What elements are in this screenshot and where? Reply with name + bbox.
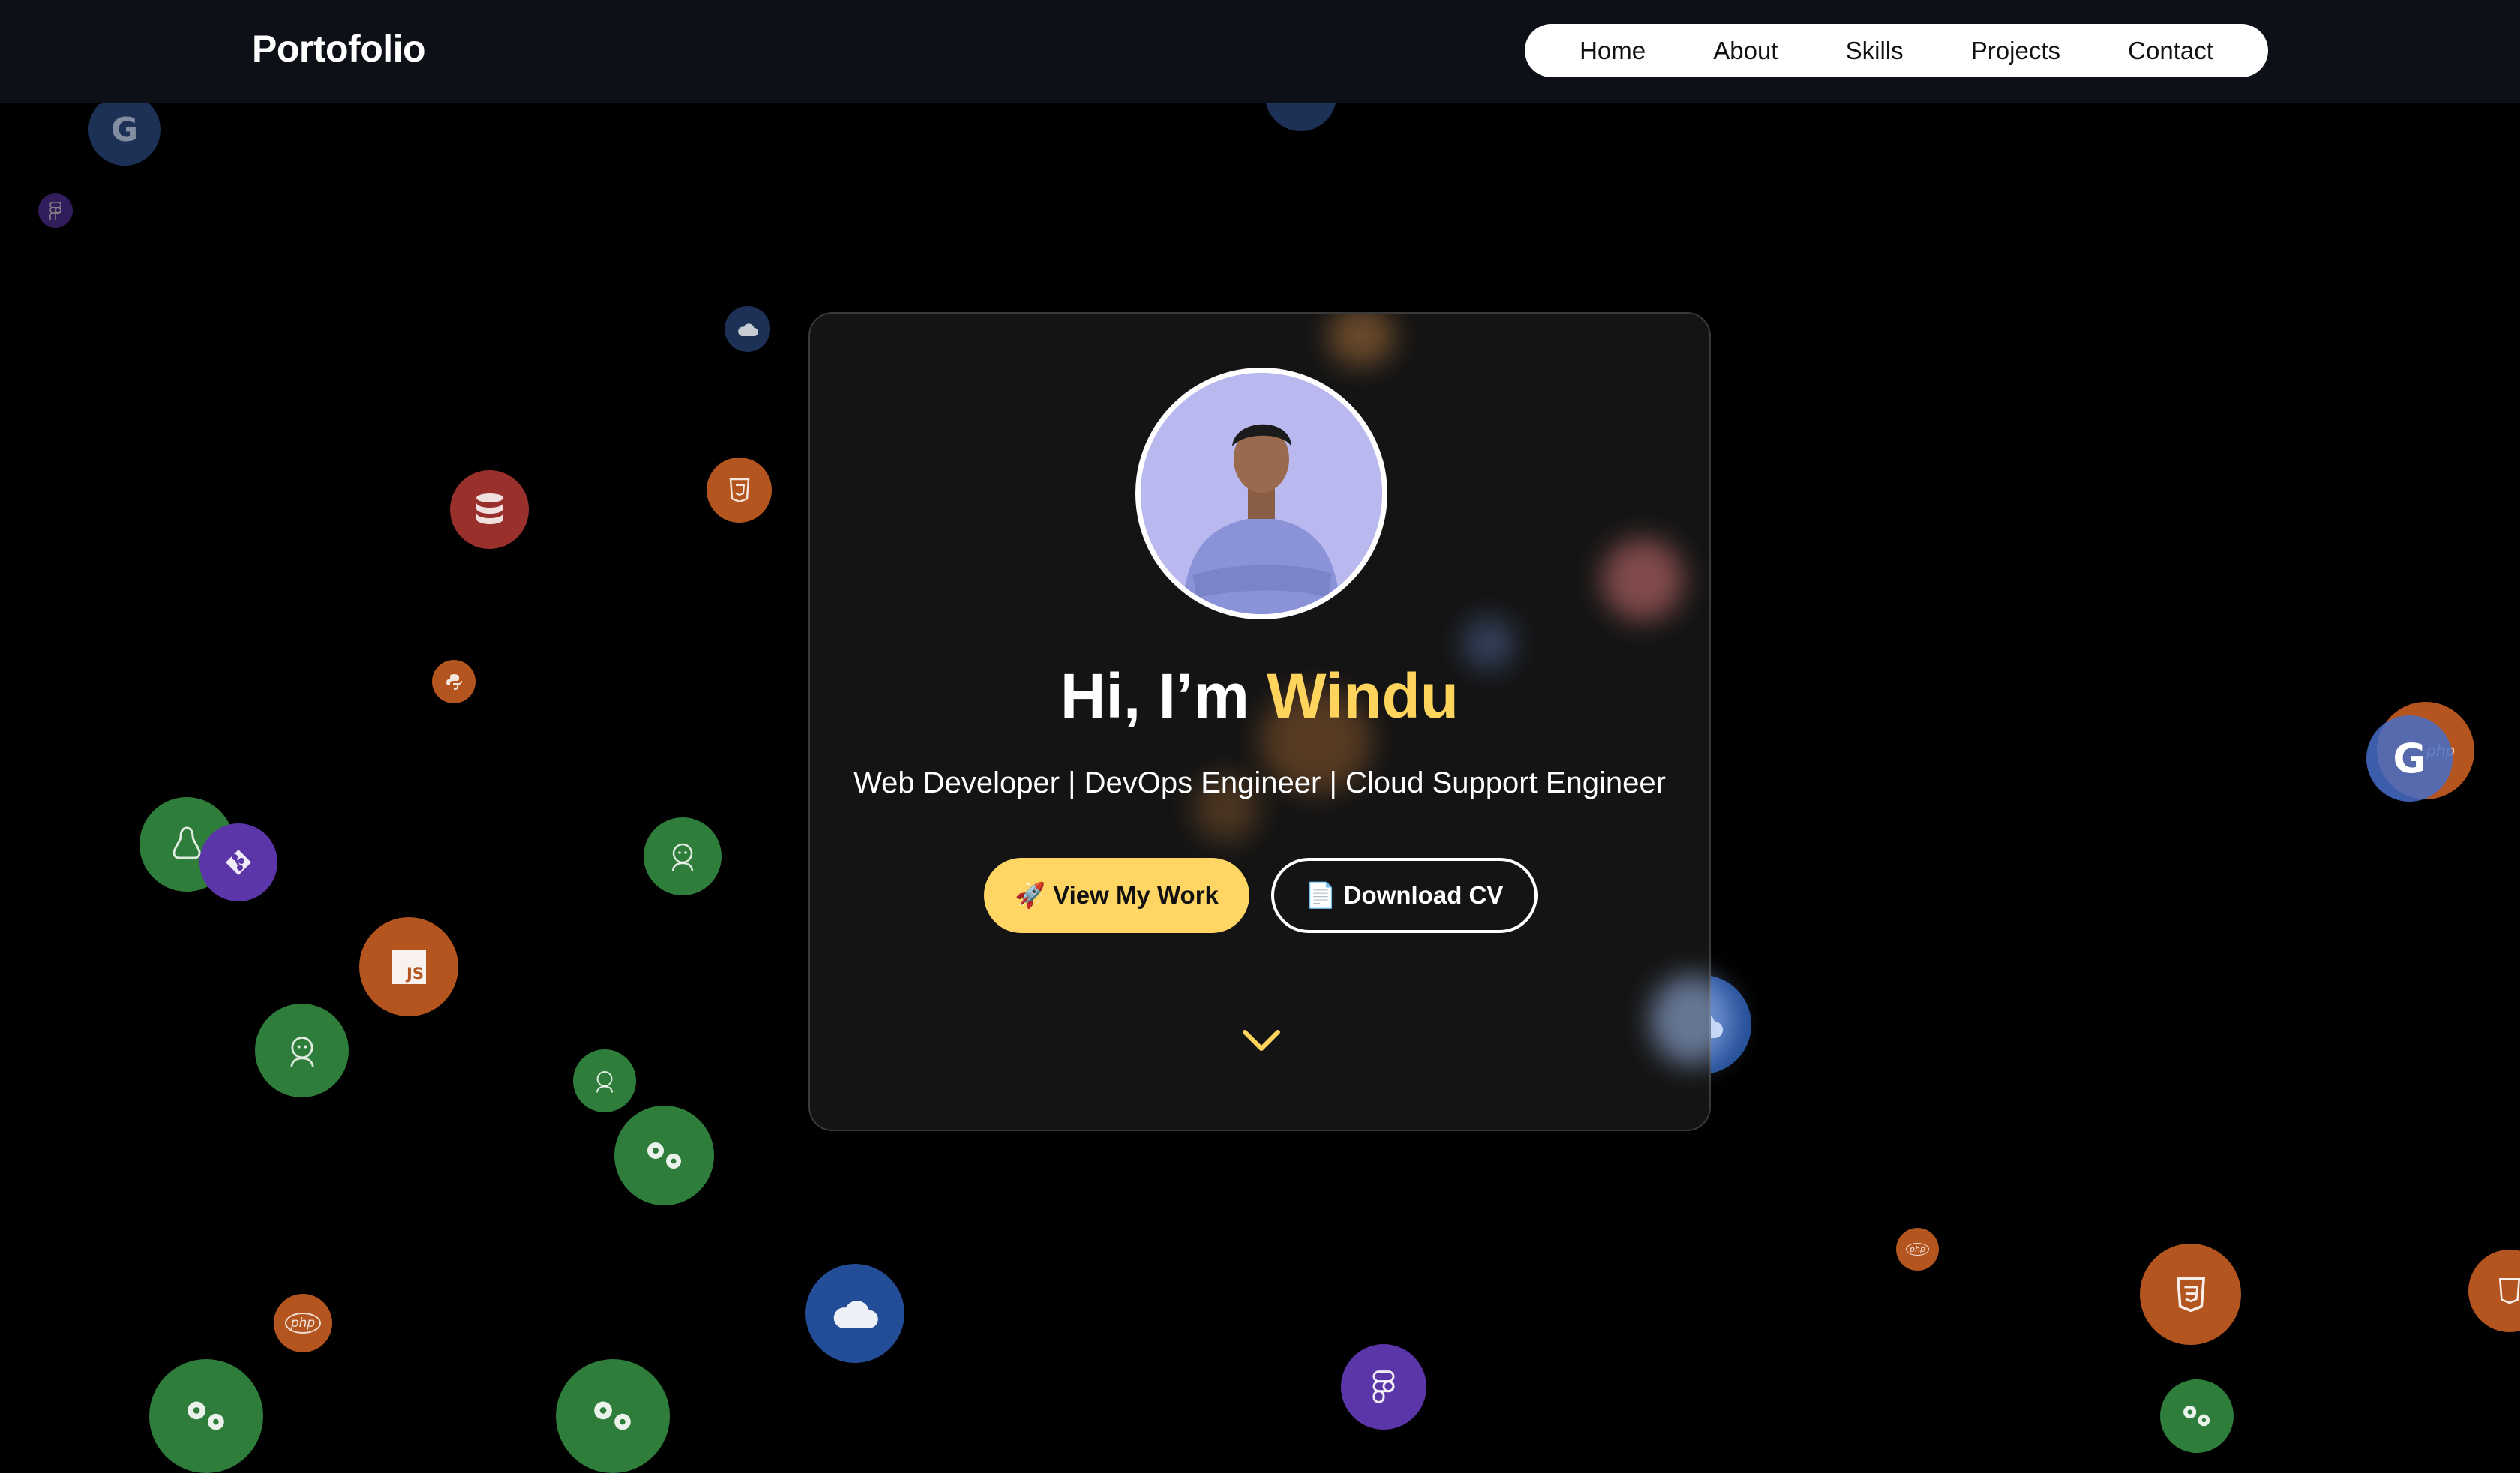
cloud-icon <box>806 1264 904 1363</box>
view-my-work-label: View My Work <box>1053 881 1219 909</box>
database-icon <box>450 470 529 549</box>
php-icon: php <box>1896 1228 1939 1270</box>
hero-subtitle: Web Developer | DevOps Engineer | Cloud … <box>854 766 1666 800</box>
html5-icon <box>706 458 772 523</box>
gears-icon <box>2160 1379 2234 1453</box>
jenkins-icon <box>255 1004 349 1097</box>
document-icon: 📄 <box>1305 880 1336 909</box>
nav-link-about[interactable]: About <box>1713 37 1778 65</box>
blue-glow <box>1650 975 1732 1065</box>
figma-icon <box>1341 1344 1426 1430</box>
navbar: Portofolio Home About Skills Projects Co… <box>0 0 2520 103</box>
view-my-work-button[interactable]: 🚀 View My Work <box>984 858 1250 933</box>
nav-link-home[interactable]: Home <box>1580 37 1646 65</box>
html5-icon <box>2468 1250 2520 1332</box>
hero-name: Windu <box>1267 661 1460 731</box>
figma-icon <box>38 194 73 228</box>
nav-menu: Home About Skills Projects Contact <box>1525 24 2268 77</box>
gears-icon <box>614 1106 714 1205</box>
git-icon <box>200 824 278 902</box>
php-icon: php <box>274 1294 332 1352</box>
gears-icon <box>149 1359 263 1473</box>
download-cv-button[interactable]: 📄 Download CV <box>1271 858 1538 933</box>
jenkins-icon <box>573 1049 636 1112</box>
google-icon: G <box>2366 716 2452 802</box>
gears-icon <box>556 1359 670 1473</box>
download-cv-label: Download CV <box>1343 881 1504 909</box>
nav-link-skills[interactable]: Skills <box>1846 37 1904 65</box>
javascript-icon: JS <box>359 917 458 1016</box>
jenkins-icon <box>644 818 722 896</box>
orange-glow <box>1328 314 1395 366</box>
google-icon: G <box>88 94 160 166</box>
cloud-icon <box>724 306 770 352</box>
hero-title: Hi, I’m Windu <box>810 660 1709 733</box>
rocket-icon: 🚀 <box>1015 880 1046 909</box>
profile-avatar <box>1136 368 1388 620</box>
nav-link-projects[interactable]: Projects <box>1971 37 2060 65</box>
hero-card: Hi, I’m Windu Web Developer | DevOps Eng… <box>808 312 1711 1131</box>
brand-logo[interactable]: Portofolio <box>252 27 426 70</box>
chevron-down-icon[interactable] <box>1241 1028 1282 1054</box>
python-icon <box>432 660 476 704</box>
css3-icon <box>2140 1244 2241 1345</box>
hero-greeting: Hi, I’m <box>1060 661 1268 731</box>
red-glow <box>1601 538 1684 621</box>
nav-link-contact[interactable]: Contact <box>2128 37 2213 65</box>
